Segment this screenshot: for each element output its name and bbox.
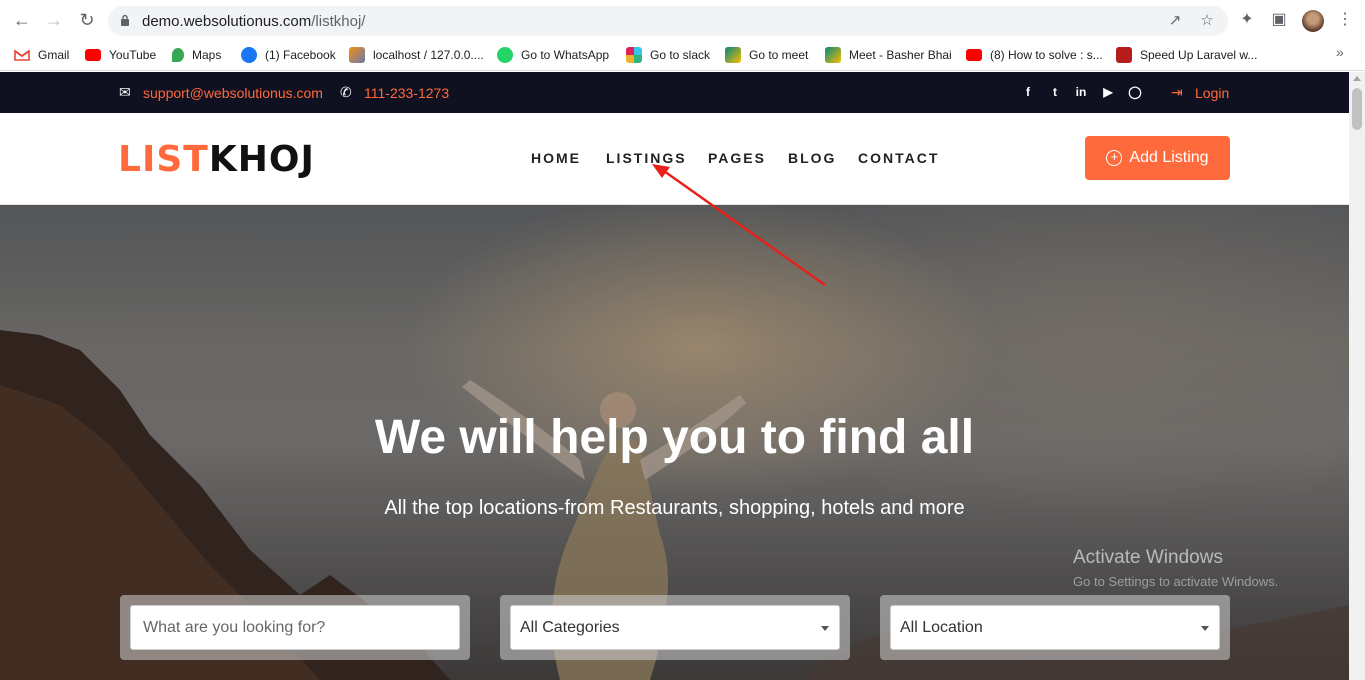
whatsapp-icon [497, 47, 513, 63]
bookmark-meet[interactable]: Go to meet [725, 45, 808, 65]
nav-contact[interactable]: CONTACT [858, 150, 939, 166]
nav-pages[interactable]: PAGES [708, 150, 766, 166]
hero-subtitle: All the top locations-from Restaurants, … [384, 497, 965, 519]
bookmarks-overflow-icon[interactable]: » [1336, 44, 1344, 60]
url-text: demo.websolutionus.com/listkhoj/ [142, 13, 366, 30]
reload-icon[interactable]: ↻ [76, 9, 98, 31]
scroll-up-arrow-icon[interactable] [1353, 76, 1361, 81]
linkedin-icon[interactable]: in [1074, 85, 1088, 99]
plus-circle-icon: + [1106, 150, 1123, 166]
extensions-icon[interactable]: ✦ [1237, 10, 1257, 30]
youtube-icon [966, 49, 982, 61]
lock-icon [121, 14, 129, 26]
facebook-icon [241, 47, 257, 63]
bookmark-speed-up-laravel[interactable]: Speed Up Laravel w... [1116, 45, 1257, 65]
star-icon[interactable]: ☆ [1198, 12, 1216, 30]
add-listing-button[interactable]: + Add Listing [1085, 136, 1230, 180]
bookmark-slack[interactable]: Go to slack [626, 45, 710, 65]
bookmarks-bar: Gmail YouTube Maps (1) Facebook localhos… [0, 40, 1365, 71]
slack-icon [626, 47, 642, 63]
page-scrollbar[interactable] [1349, 72, 1365, 680]
location-select[interactable]: All Location [890, 605, 1220, 650]
youtube-icon[interactable]: ▶ [1101, 85, 1115, 99]
instagram-icon[interactable]: ◯ [1128, 85, 1142, 99]
login-link[interactable]: ⇥ Login [1171, 84, 1229, 101]
phone-icon: ✆ [340, 84, 352, 100]
scrollbar-thumb[interactable] [1352, 88, 1362, 130]
contact-topbar: ✉ support@websolutionus.com ✆ 111-233-1273… [0, 72, 1349, 113]
location-select-box: All Location [880, 595, 1230, 660]
hero-title: We will help you to find all [374, 411, 975, 464]
browser-toolbar: ← → ↻ demo.websolutionus.com/listkhoj/ ↗… [0, 0, 1365, 40]
nav-home[interactable]: HOME [531, 150, 581, 166]
main-header: LISTKHOJ HOME LISTINGS PAGES BLOG CONTAC… [0, 113, 1349, 205]
site-logo[interactable]: LISTKHOJ [118, 139, 315, 180]
category-select[interactable]: All Categories [510, 605, 840, 650]
share-icon[interactable]: ↗ [1166, 12, 1184, 30]
envelope-icon: ✉ [119, 84, 131, 100]
side-panel-icon[interactable]: ▣ [1269, 10, 1289, 30]
bookmark-maps[interactable]: Maps [172, 45, 221, 65]
phone-link[interactable]: ✆ 111-233-1273 [340, 84, 449, 101]
twitter-icon[interactable]: t [1048, 85, 1062, 99]
bookmark-whatsapp[interactable]: Go to WhatsApp [497, 45, 609, 65]
forward-icon[interactable]: → [43, 9, 65, 31]
back-icon[interactable]: ← [11, 9, 33, 31]
phpmyadmin-icon [349, 47, 365, 63]
activate-windows-subtext: Go to Settings to activate Windows. [1073, 574, 1279, 589]
chevron-down-icon [821, 626, 829, 631]
meet-icon [725, 47, 741, 63]
profile-avatar[interactable] [1302, 10, 1324, 32]
keyword-search-box: What are you looking for? [120, 595, 470, 660]
meet-icon [825, 47, 841, 63]
address-bar[interactable]: demo.websolutionus.com/listkhoj/ ↗ ☆ [108, 6, 1228, 36]
bookmark-how-to-solve[interactable]: (8) How to solve : s... [966, 45, 1103, 65]
bookmark-facebook[interactable]: (1) Facebook [241, 45, 336, 65]
category-select-box: All Categories [500, 595, 850, 660]
maps-icon [172, 48, 184, 62]
bookmark-youtube[interactable]: YouTube [85, 45, 156, 65]
login-icon: ⇥ [1171, 84, 1183, 100]
email-link[interactable]: ✉ support@websolutionus.com [119, 84, 323, 101]
nav-blog[interactable]: BLOG [788, 150, 836, 166]
youtube-icon [85, 49, 101, 61]
menu-kebab-icon[interactable]: ⋮ [1335, 10, 1355, 30]
laravel-icon [1116, 47, 1132, 63]
bookmark-localhost[interactable]: localhost / 127.0.0.... [349, 45, 484, 65]
chevron-down-icon [1201, 626, 1209, 631]
bookmark-meet-basher[interactable]: Meet - Basher Bhai [825, 45, 952, 65]
keyword-search-input[interactable]: What are you looking for? [130, 605, 460, 650]
activate-windows-watermark: Activate Windows [1073, 547, 1223, 568]
nav-listings[interactable]: LISTINGS [606, 150, 687, 166]
hero-banner: We will help you to find all All the top… [0, 205, 1349, 680]
bookmark-gmail[interactable]: Gmail [14, 45, 69, 65]
gmail-icon [14, 47, 30, 63]
facebook-icon[interactable]: f [1021, 85, 1035, 99]
